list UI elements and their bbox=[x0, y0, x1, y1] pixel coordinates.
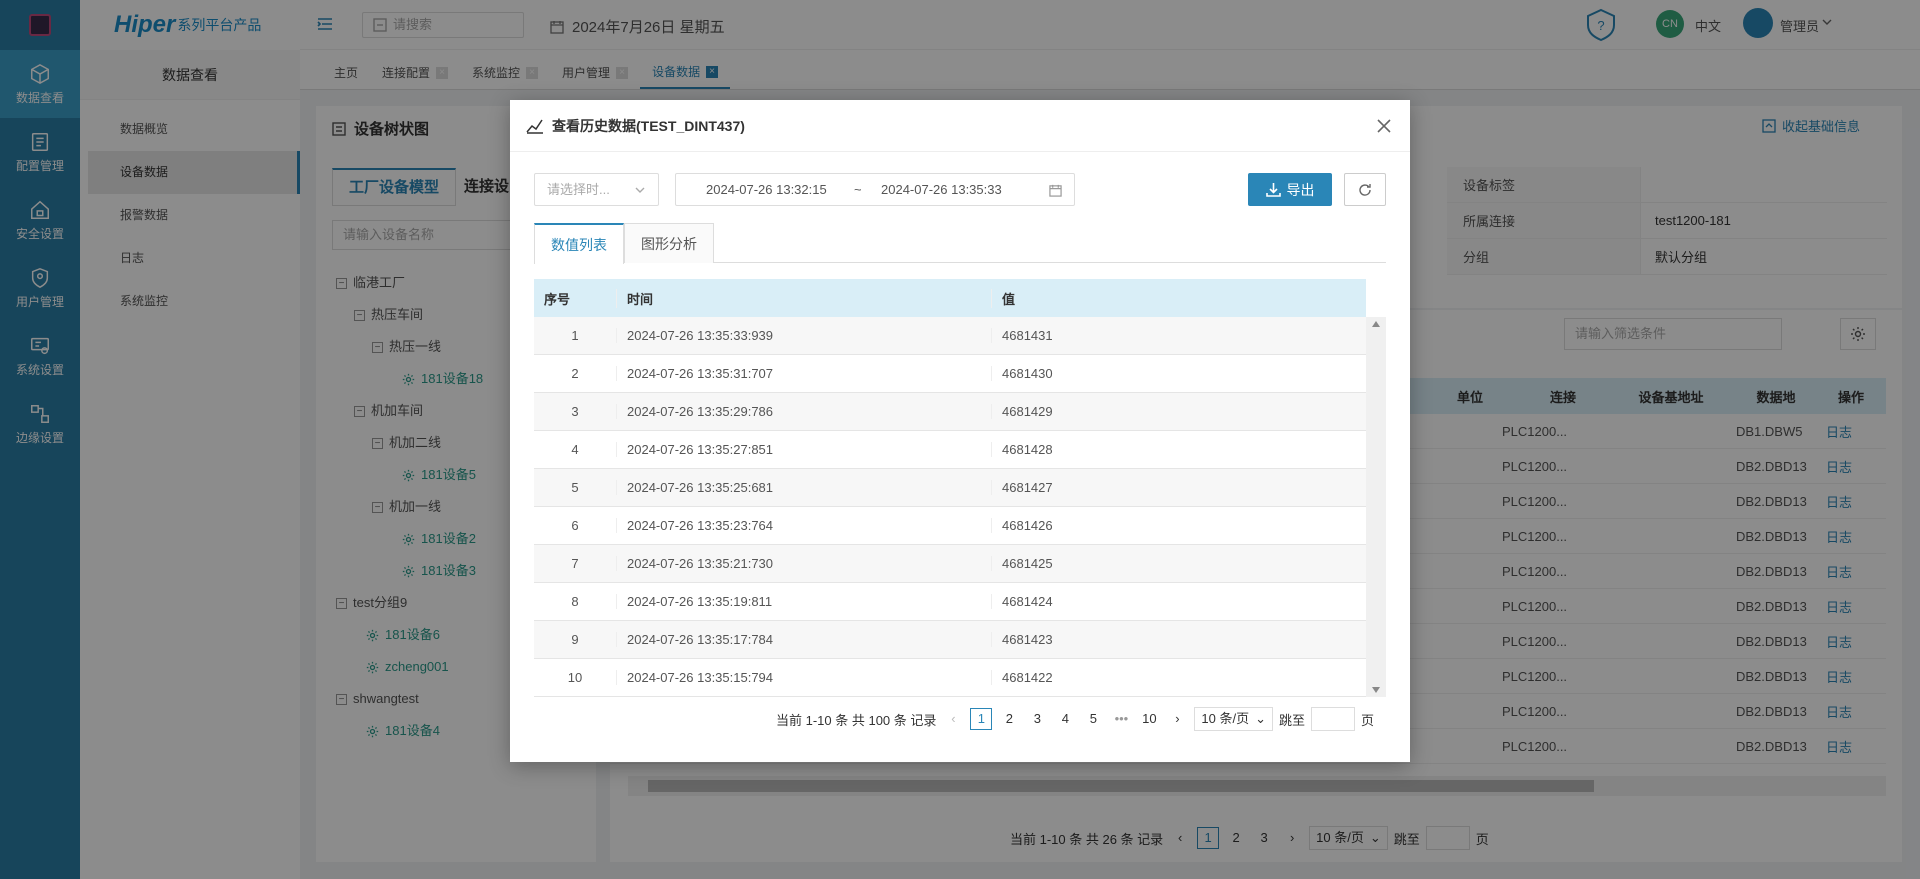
row-value: 4681422 bbox=[991, 670, 1366, 685]
date-range-picker[interactable]: 2024-07-26 13:32:15 ~ 2024-07-26 13:35:3… bbox=[675, 173, 1075, 206]
history-data-modal: 查看历史数据(TEST_DINT437) 请选择时... 2024-07-26 … bbox=[510, 100, 1410, 762]
row-value: 4681429 bbox=[991, 404, 1366, 419]
end-time[interactable]: 2024-07-26 13:35:33 bbox=[881, 174, 1002, 205]
calendar-icon bbox=[1049, 184, 1062, 197]
export-button[interactable]: 导出 bbox=[1248, 173, 1332, 206]
page-ellipsis[interactable]: ••• bbox=[1110, 708, 1132, 730]
row-time: 2024-07-26 13:35:29:786 bbox=[616, 404, 991, 419]
row-time: 2024-07-26 13:35:21:730 bbox=[616, 556, 991, 571]
tab-value-list[interactable]: 数值列表 bbox=[534, 223, 624, 264]
line-chart-icon bbox=[526, 119, 543, 134]
row-time: 2024-07-26 13:35:27:851 bbox=[616, 442, 991, 457]
modal-header: 查看历史数据(TEST_DINT437) bbox=[510, 100, 1410, 152]
prev-page-button[interactable]: ‹ bbox=[942, 708, 964, 730]
table-row: 3 2024-07-26 13:35:29:786 4681429 bbox=[534, 393, 1366, 431]
row-index: 7 bbox=[571, 556, 579, 571]
row-value: 4681425 bbox=[991, 556, 1366, 571]
download-icon bbox=[1265, 183, 1281, 197]
row-index: 2 bbox=[571, 366, 579, 381]
row-time: 2024-07-26 13:35:19:811 bbox=[616, 594, 991, 609]
next-page-button[interactable]: › bbox=[1166, 708, 1188, 730]
modal-tabs: 数值列表 图形分析 bbox=[534, 223, 1386, 264]
table-row: 4 2024-07-26 13:35:27:851 4681428 bbox=[534, 431, 1366, 469]
table-row: 1 2024-07-26 13:35:33:939 4681431 bbox=[534, 317, 1366, 355]
table-row: 9 2024-07-26 13:35:17:784 4681423 bbox=[534, 621, 1366, 659]
row-value: 4681426 bbox=[991, 518, 1366, 533]
close-icon[interactable] bbox=[1376, 118, 1392, 134]
page-button[interactable]: 4 bbox=[1054, 708, 1076, 730]
row-value: 4681424 bbox=[991, 594, 1366, 609]
history-table: 序号 时间 值 1 2024-07-26 13:35:33:939 4681431 2… bbox=[534, 279, 1366, 697]
table-row: 10 2024-07-26 13:35:15:794 4681422 bbox=[534, 659, 1366, 697]
row-time: 2024-07-26 13:35:15:794 bbox=[616, 670, 991, 685]
row-time: 2024-07-26 13:35:25:681 bbox=[616, 480, 991, 495]
row-index: 5 bbox=[571, 480, 579, 495]
history-table-header: 序号 时间 值 bbox=[534, 279, 1366, 317]
row-index: 6 bbox=[571, 518, 579, 533]
page-size-select[interactable]: 10 条/页 ⌄ bbox=[1194, 707, 1273, 731]
row-index: 8 bbox=[571, 594, 579, 609]
row-index: 10 bbox=[567, 670, 583, 685]
page-button[interactable]: 2 bbox=[998, 708, 1020, 730]
row-value: 4681423 bbox=[991, 632, 1366, 647]
row-value: 4681428 bbox=[991, 442, 1366, 457]
start-time[interactable]: 2024-07-26 13:32:15 bbox=[706, 174, 827, 205]
row-time: 2024-07-26 13:35:17:784 bbox=[616, 632, 991, 647]
jump-page-input[interactable] bbox=[1311, 707, 1355, 731]
row-time: 2024-07-26 13:35:31:707 bbox=[616, 366, 991, 381]
row-time: 2024-07-26 13:35:23:764 bbox=[616, 518, 991, 533]
table-row: 5 2024-07-26 13:35:25:681 4681427 bbox=[534, 469, 1366, 507]
page-button[interactable]: 10 bbox=[1138, 708, 1160, 730]
refresh-icon bbox=[1359, 183, 1371, 196]
table-row: 2 2024-07-26 13:35:31:707 4681430 bbox=[534, 355, 1366, 393]
row-index: 4 bbox=[571, 442, 579, 457]
refresh-button[interactable] bbox=[1344, 173, 1386, 206]
row-index: 1 bbox=[571, 328, 579, 343]
tab-chart-analysis[interactable]: 图形分析 bbox=[624, 223, 714, 263]
row-value: 4681430 bbox=[991, 366, 1366, 381]
row-index: 3 bbox=[571, 404, 579, 419]
modal-title: 查看历史数据(TEST_DINT437) bbox=[552, 117, 745, 134]
page-button[interactable]: 1 bbox=[970, 708, 993, 730]
row-time: 2024-07-26 13:35:33:939 bbox=[616, 328, 991, 343]
table-row: 7 2024-07-26 13:35:21:730 4681425 bbox=[534, 545, 1366, 583]
row-index: 9 bbox=[571, 632, 579, 647]
time-range-select[interactable]: 请选择时... bbox=[534, 173, 659, 206]
table-row: 8 2024-07-26 13:35:19:811 4681424 bbox=[534, 583, 1366, 621]
chevron-down-icon bbox=[635, 187, 645, 193]
page-button[interactable]: 3 bbox=[1026, 708, 1048, 730]
row-value: 4681431 bbox=[991, 328, 1366, 343]
table-row: 6 2024-07-26 13:35:23:764 4681426 bbox=[534, 507, 1366, 545]
vertical-scrollbar[interactable] bbox=[1366, 317, 1386, 697]
page-button[interactable]: 5 bbox=[1082, 708, 1104, 730]
row-value: 4681427 bbox=[991, 480, 1366, 495]
history-pagination: 当前 1-10 条 共 100 条 记录 ‹ 1 2 3 4 5 ••• 10 … bbox=[776, 707, 1374, 731]
